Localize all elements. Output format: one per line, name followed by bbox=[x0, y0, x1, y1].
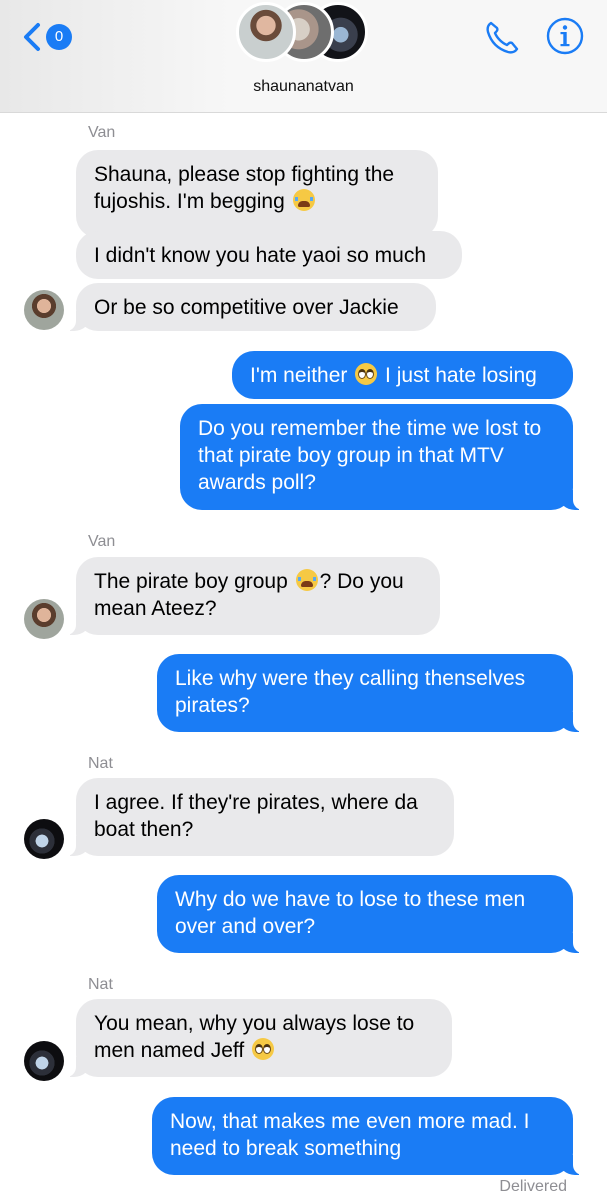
message-text: Like why were they calling thenselves pi… bbox=[175, 667, 526, 717]
message-bubble-incoming[interactable]: I didn't know you hate yaoi so much bbox=[76, 231, 462, 279]
loudly-crying-face-icon bbox=[295, 569, 318, 591]
sender-label: Van bbox=[88, 533, 116, 550]
message-text: You mean, why you always lose to men nam… bbox=[94, 1012, 415, 1062]
loudly-crying-face-icon bbox=[292, 189, 315, 211]
conversation-header: 0 shaunanatvan bbox=[0, 0, 607, 113]
sender-label: Van bbox=[88, 124, 116, 141]
message-text: Do you remember the time we lost to that… bbox=[198, 417, 542, 494]
info-icon bbox=[546, 17, 584, 55]
sender-label: Nat bbox=[88, 976, 113, 993]
message-text: I agree. If they're pirates, where da bo… bbox=[94, 791, 418, 841]
message-bubble-outgoing[interactable]: Why do we have to lose to these men over… bbox=[157, 875, 583, 953]
message-list[interactable]: Van Shauna, please stop fighting the fuj… bbox=[0, 113, 607, 1200]
sender-label: Nat bbox=[88, 755, 113, 772]
message-text: Now, that makes me even more mad. I need… bbox=[170, 1110, 530, 1160]
message-bubble-incoming[interactable]: Shauna, please stop fighting the fujoshi… bbox=[76, 150, 438, 238]
sender-avatar-nat[interactable] bbox=[24, 819, 64, 859]
avatar-shauna bbox=[236, 2, 296, 62]
message-text: Shauna, please stop fighting the fujoshi… bbox=[94, 163, 395, 213]
sender-avatar-van[interactable] bbox=[24, 290, 64, 330]
face-with-rolling-eyes-icon bbox=[355, 363, 378, 385]
chevron-left-icon bbox=[24, 23, 40, 51]
face-with-rolling-eyes-icon bbox=[252, 1038, 275, 1060]
message-text: Why do we have to lose to these men over… bbox=[175, 888, 526, 938]
message-text: The pirate boy group ? Do you mean Ateez… bbox=[94, 569, 404, 620]
message-bubble-incoming[interactable]: I agree. If they're pirates, where da bo… bbox=[66, 778, 454, 856]
message-bubble-outgoing[interactable]: Like why were they calling thenselves pi… bbox=[157, 654, 583, 732]
unread-count-badge: 0 bbox=[46, 24, 72, 50]
message-text: Or be so competitive over Jackie bbox=[94, 296, 399, 319]
sender-avatar-nat[interactable] bbox=[24, 1041, 64, 1081]
message-bubble-outgoing[interactable]: Now, that makes me even more mad. I need… bbox=[152, 1097, 583, 1175]
info-button[interactable] bbox=[545, 16, 585, 56]
call-button[interactable] bbox=[482, 18, 524, 58]
message-bubble-incoming[interactable]: You mean, why you always lose to men nam… bbox=[66, 999, 452, 1077]
group-avatars[interactable] bbox=[236, 0, 376, 66]
message-bubble-outgoing[interactable]: Do you remember the time we lost to that… bbox=[180, 404, 583, 510]
message-bubble-outgoing[interactable]: I'm neither I just hate losing bbox=[232, 351, 573, 399]
message-bubble-incoming[interactable]: The pirate boy group ? Do you mean Ateez… bbox=[66, 557, 440, 635]
message-text: I didn't know you hate yaoi so much bbox=[94, 244, 427, 267]
sender-avatar-van[interactable] bbox=[24, 599, 64, 639]
message-bubble-incoming[interactable]: Or be so competitive over Jackie bbox=[66, 283, 436, 331]
back-button[interactable]: 0 bbox=[22, 18, 78, 54]
phone-icon bbox=[486, 21, 519, 54]
delivery-status: Delivered bbox=[499, 1178, 567, 1195]
message-text: I'm neither I just hate losing bbox=[250, 363, 537, 387]
conversation-name[interactable]: shaunanatvan bbox=[0, 78, 607, 96]
